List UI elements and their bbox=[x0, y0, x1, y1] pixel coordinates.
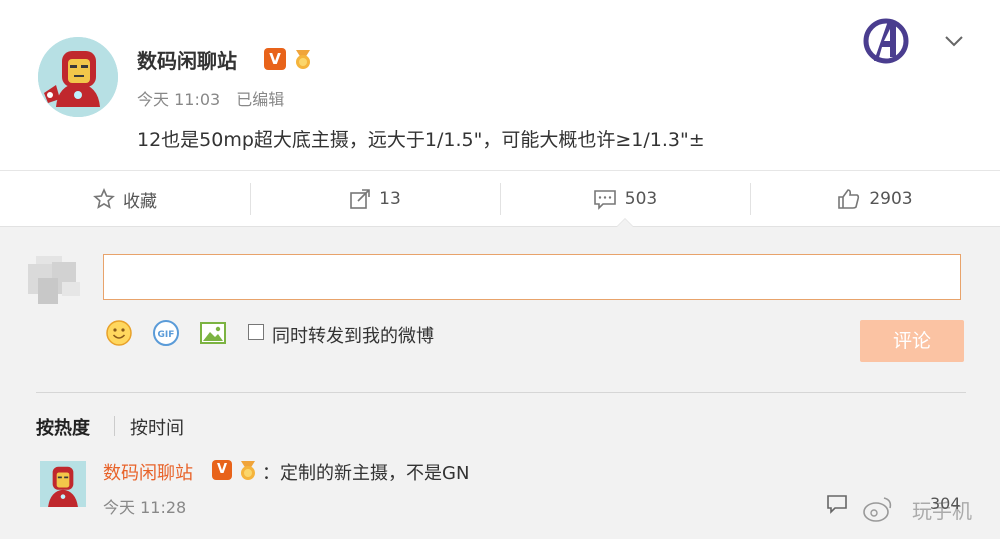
comment-text-line: ：定制的新主摄，不是GN bbox=[262, 459, 469, 485]
post-author-name[interactable]: 数码闲聊站 bbox=[137, 45, 237, 74]
repost-button[interactable]: 13 bbox=[250, 171, 500, 227]
verified-v-icon: V bbox=[212, 460, 232, 480]
image-icon[interactable] bbox=[199, 319, 227, 347]
verified-v-icon: V bbox=[264, 48, 286, 70]
current-user-avatar[interactable] bbox=[22, 248, 90, 312]
star-icon bbox=[93, 188, 115, 209]
like-button[interactable]: 2903 bbox=[750, 171, 1000, 227]
sort-divider bbox=[114, 416, 115, 436]
commenter-name[interactable]: 数码闲聊站 bbox=[103, 459, 193, 485]
medal-icon[interactable] bbox=[237, 459, 259, 481]
post-card: 数码闲聊站 V 今天 11:03 已编辑 12也是50mp超大底主摄，远大于1/1… bbox=[0, 0, 1000, 170]
avengers-logo-icon bbox=[863, 18, 909, 64]
reply-icon[interactable] bbox=[826, 494, 848, 514]
iron-man-avatar-icon bbox=[40, 461, 86, 507]
medal-icon[interactable] bbox=[292, 48, 314, 70]
submit-comment-button[interactable]: 评论 bbox=[860, 320, 964, 362]
post-time[interactable]: 今天 11:03 bbox=[137, 90, 220, 109]
author-avatar[interactable] bbox=[38, 37, 118, 117]
post-text: 12也是50mp超大底主摄，远大于1/1.5"，可能大概也许≥1/1.3"± bbox=[137, 129, 705, 151]
repost-checkbox-label[interactable]: 同时转发到我的微博 bbox=[272, 322, 434, 348]
share-icon bbox=[350, 189, 370, 209]
post-edited-label[interactable]: 已编辑 bbox=[236, 90, 284, 109]
comment-time: 今天 11:28 bbox=[103, 498, 187, 517]
iron-man-avatar-icon bbox=[38, 37, 118, 117]
comment-like-count[interactable]: 304 bbox=[930, 494, 961, 513]
favorite-label: 收藏 bbox=[123, 191, 157, 212]
repost-count: 13 bbox=[379, 189, 401, 209]
sort-by-time-tab[interactable]: 按时间 bbox=[130, 414, 184, 440]
like-count: 2903 bbox=[869, 189, 913, 209]
comment-count: 503 bbox=[624, 189, 658, 209]
comment-separator: ： bbox=[262, 463, 280, 484]
sort-by-hot-tab[interactable]: 按热度 bbox=[36, 414, 90, 440]
weibo-watermark: 玩手机 bbox=[863, 497, 972, 523]
gif-icon[interactable]: GIF bbox=[152, 319, 180, 347]
like-icon bbox=[838, 189, 860, 209]
emoji-icon[interactable] bbox=[105, 319, 133, 347]
commenter-avatar[interactable] bbox=[40, 461, 86, 507]
section-divider bbox=[36, 392, 966, 393]
comment-text: 定制的新主摄，不是GN bbox=[280, 463, 470, 484]
chevron-down-icon[interactable] bbox=[944, 34, 964, 48]
comment-pointer-inner bbox=[617, 219, 633, 227]
repost-checkbox[interactable] bbox=[248, 324, 264, 340]
post-action-bar: 收藏 13 503 2903 bbox=[0, 170, 1000, 227]
comment-icon bbox=[593, 190, 616, 210]
favorite-button[interactable]: 收藏 bbox=[0, 171, 250, 227]
comment-input[interactable] bbox=[103, 254, 961, 300]
gif-label: GIF bbox=[158, 330, 175, 340]
